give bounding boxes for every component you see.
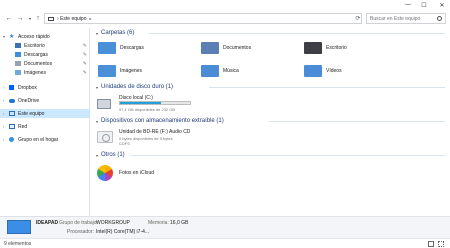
expand-chevron-icon[interactable]: › xyxy=(3,124,4,129)
breadcrumb-este-equipo[interactable]: › Este equipo xyxy=(57,16,86,22)
pictures-folder-icon xyxy=(98,65,116,77)
minimize-button[interactable]: — xyxy=(402,0,414,10)
pc-icon xyxy=(48,16,54,21)
refresh-icon[interactable]: ⟳ xyxy=(354,14,362,23)
download-folder-icon xyxy=(15,52,21,57)
breadcrumb-chevron-icon[interactable]: ▸ xyxy=(89,16,91,21)
pin-icon: ✎ xyxy=(82,51,87,58)
homegroup-icon xyxy=(9,137,14,142)
hard-drive-icon xyxy=(97,99,111,109)
documents-folder-icon xyxy=(201,42,219,54)
collapse-chevron-icon: ▾ xyxy=(96,152,99,158)
close-button[interactable]: ✕ xyxy=(436,0,448,10)
folder-musica[interactable]: Música xyxy=(201,64,301,78)
expand-chevron-icon[interactable]: › xyxy=(3,137,4,142)
folder-escritorio[interactable]: Escritorio xyxy=(304,41,404,55)
expand-chevron-icon[interactable]: › xyxy=(3,85,4,90)
title-bar: — ☐ ✕ xyxy=(0,0,450,10)
details-view-icon[interactable] xyxy=(428,241,434,247)
collapse-chevron-icon[interactable]: ▾ xyxy=(3,34,5,39)
maximize-button[interactable]: ☐ xyxy=(418,0,430,10)
content-pane: ▾ Carpetas (6) Descargas Documentos Escr… xyxy=(91,28,450,216)
star-icon: ★ xyxy=(9,34,15,40)
desktop-folder-icon xyxy=(304,42,322,54)
file-explorer-window: — ☐ ✕ ← → ▾ ↑ › Este equipo ▸ ⟳ ▾ ★ Acce… xyxy=(0,0,450,248)
address-row: ← → ▾ ↑ › Este equipo ▸ ⟳ xyxy=(0,10,450,26)
section-header-dispositivos[interactable]: ▾ Dispositivos con almacenamiento extraí… xyxy=(96,117,224,125)
section-header-carpetas[interactable]: ▾ Carpetas (6) xyxy=(96,29,134,37)
pin-icon: ✎ xyxy=(82,42,87,49)
status-bar: 9 elementos xyxy=(0,238,450,248)
collapse-chevron-icon: ▾ xyxy=(96,84,99,90)
laptop-icon xyxy=(7,220,31,234)
address-bar[interactable]: › Este equipo ▸ xyxy=(44,13,362,24)
folder-imagenes[interactable]: Imágenes xyxy=(98,64,198,78)
device-name: IDEAPAD xyxy=(36,220,59,226)
details-pane: IDEAPAD Grupo de trabajo: WORKGROUP Memo… xyxy=(0,216,450,238)
sidebar-item-descargas[interactable]: Descargas ✎ xyxy=(0,50,90,59)
forward-arrow-icon[interactable]: → xyxy=(15,13,25,23)
sidebar-item-escritorio[interactable]: Escritorio ✎ xyxy=(0,41,90,50)
collapse-chevron-icon: ▾ xyxy=(96,118,99,124)
collapse-chevron-icon: ▾ xyxy=(96,30,99,36)
search-box[interactable] xyxy=(366,13,446,24)
item-count: 9 elementos xyxy=(4,241,32,247)
drive-local-c[interactable]: Disco local (C:) 97,1 GB disponibles de … xyxy=(97,95,207,115)
music-folder-icon xyxy=(201,65,219,77)
section-divider xyxy=(209,87,445,88)
section-divider xyxy=(269,121,445,122)
section-header-unidades[interactable]: ▾ Unidades de disco duro (1) xyxy=(96,83,173,91)
back-arrow-icon[interactable]: ← xyxy=(4,13,14,23)
sidebar-item-este-equipo[interactable]: › Este equipo xyxy=(0,109,90,118)
desktop-folder-icon xyxy=(15,43,21,48)
drive-usage-fill xyxy=(120,102,161,104)
onedrive-icon xyxy=(9,98,15,103)
sidebar-item-acceso-rapido[interactable]: ▾ ★ Acceso rápido xyxy=(0,32,90,41)
drive-bd-re-f[interactable]: Unidad de BD-RE (F:) Audio CD 0 bytes di… xyxy=(97,129,237,149)
sidebar-item-documentos[interactable]: Documentos ✎ xyxy=(0,59,90,68)
folder-documentos[interactable]: Documentos xyxy=(201,41,301,55)
sidebar-item-grupo-en-el-hogar[interactable]: › Grupo en el hogar xyxy=(0,135,90,144)
pin-icon: ✎ xyxy=(82,60,87,67)
section-divider xyxy=(149,33,445,34)
network-icon xyxy=(9,124,15,129)
expand-chevron-icon[interactable]: › xyxy=(3,111,4,116)
sidebar-item-dropbox[interactable]: › Dropbox xyxy=(0,83,90,92)
optical-drive-icon xyxy=(97,131,113,143)
navigation-pane: ▾ ★ Acceso rápido Escritorio ✎ Descargas… xyxy=(0,28,90,216)
sidebar-item-imagenes[interactable]: Imágenes ✎ xyxy=(0,68,90,77)
large-icons-view-icon[interactable] xyxy=(438,241,444,247)
search-icon xyxy=(437,16,442,21)
sidebar-item-onedrive[interactable]: › OneDrive xyxy=(0,96,90,105)
pictures-folder-icon xyxy=(15,70,21,75)
section-divider xyxy=(131,155,445,156)
sidebar-item-red[interactable]: › Red xyxy=(0,122,90,131)
search-input[interactable] xyxy=(370,15,436,22)
documents-folder-icon xyxy=(15,61,21,66)
icloud-photos-icon xyxy=(97,165,113,181)
drive-usage-bar xyxy=(119,101,191,105)
folder-descargas[interactable]: Descargas xyxy=(98,41,198,55)
up-arrow-icon[interactable]: ↑ xyxy=(33,13,43,23)
pc-icon xyxy=(9,111,15,116)
videos-folder-icon xyxy=(304,65,322,77)
section-header-otros[interactable]: ▾ Otros (1) xyxy=(96,151,125,159)
download-folder-icon xyxy=(98,42,116,54)
dropbox-icon xyxy=(9,85,14,90)
expand-chevron-icon[interactable]: › xyxy=(3,98,4,103)
icloud-photos-item[interactable]: Fotos en iCloud xyxy=(97,163,207,183)
pin-icon: ✎ xyxy=(82,69,87,76)
folder-videos[interactable]: Vídeos xyxy=(304,64,404,78)
